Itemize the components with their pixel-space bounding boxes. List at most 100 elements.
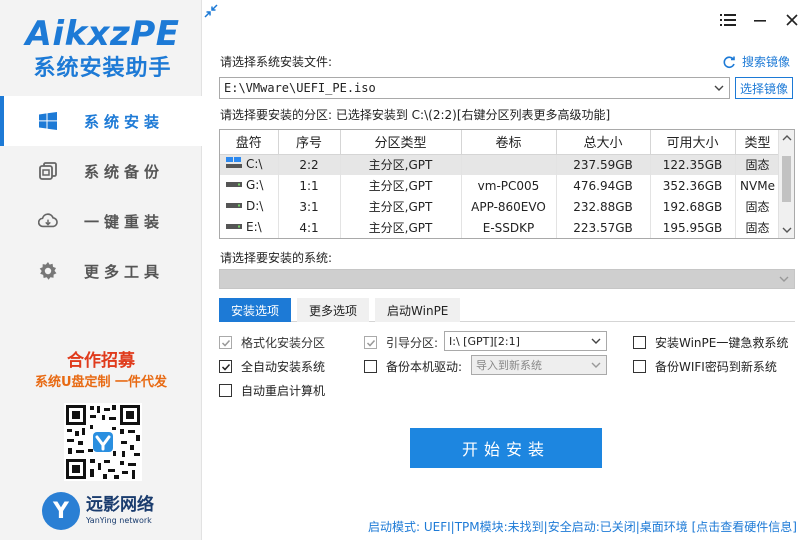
partition-type: 主分区,GPT <box>340 196 462 217</box>
boot-partition-checkbox[interactable]: 引导分区: <box>364 334 438 351</box>
windows-icon <box>38 111 58 131</box>
checkbox-label: 备份WIFI密码到新系统 <box>655 360 777 374</box>
column-header[interactable]: 可用大小 <box>650 130 736 155</box>
table-scrollbar[interactable] <box>778 130 794 238</box>
table-row[interactable]: C:\ 2:2 主分区,GPT 237.59GB 122.35GB 固态 <box>220 154 781 175</box>
backup-icon <box>38 161 58 181</box>
sidebar-item-tools[interactable]: 更多工具 <box>0 246 202 296</box>
drive-icon <box>226 178 242 193</box>
chevron-down-icon <box>591 362 601 368</box>
chevron-down-icon <box>714 85 724 91</box>
image-file-label: 请选择系统安装文件: <box>220 55 333 69</box>
format-partition-checkbox[interactable]: 格式化安装分区 <box>219 334 325 351</box>
browse-image-button[interactable]: 选择镜像 <box>735 77 793 99</box>
scrollbar-thumb[interactable] <box>782 156 791 202</box>
boot-partition-select[interactable]: I:\ [GPT][2:1] <box>444 331 607 351</box>
checkbox-box <box>364 336 377 349</box>
column-header[interactable]: 类型 <box>735 130 781 155</box>
minimize-icon[interactable] <box>750 10 770 30</box>
table-row[interactable]: E:\ 4:1 主分区,GPT E-SSDKP 223.57GB 195.95G… <box>220 217 781 238</box>
chevron-down-icon <box>591 338 601 344</box>
menu-icon[interactable] <box>718 10 738 30</box>
drive-letter: E:\ <box>246 220 262 234</box>
checkbox-box <box>633 336 646 349</box>
checkbox-label: 格式化安装分区 <box>241 336 326 350</box>
sidebar-item-backup[interactable]: 系统备份 <box>0 146 202 196</box>
app-logo: AikxzPE 系统安装助手 <box>20 14 185 84</box>
total-size: 223.57GB <box>556 217 651 238</box>
partition-table[interactable]: 盘符 序号 分区类型 卷标 总大小 可用大小 类型 C:\ 2:2 主分区,GP… <box>219 129 795 239</box>
install-winpe-checkbox[interactable]: 安装WinPE一键急救系统 <box>633 334 788 351</box>
drive-letter: C:\ <box>246 157 263 172</box>
logo-cn: 系统安装助手 <box>33 56 172 81</box>
brand: Y 远影网络 YanYing network <box>42 492 154 530</box>
checkbox-label: 备份本机驱动: <box>386 360 463 374</box>
table-row[interactable]: G:\ 1:1 主分区,GPT vm-PC005 476.94GB 352.36… <box>220 175 781 196</box>
promo-subtitle: 系统U盘定制 一件代发 <box>34 375 168 390</box>
column-header[interactable]: 序号 <box>278 130 341 155</box>
table-header-row: 盘符 序号 分区类型 卷标 总大小 可用大小 类型 <box>220 130 781 155</box>
brand-logo-icon: Y <box>42 492 80 530</box>
partition-label: 请选择要安装的分区: 已选择安装到 C:\(2:2)[右键分区列表更多高级功能] <box>220 108 611 122</box>
tab-boot-winpe[interactable]: 启动WinPE <box>375 298 461 322</box>
sidebar-item-label: 一键重装 <box>84 212 165 231</box>
check-icon <box>221 339 230 347</box>
check-icon <box>221 363 230 371</box>
checkbox-box <box>364 360 377 373</box>
windows-drive-icon <box>226 157 242 172</box>
volume-label: E-SSDKP <box>461 217 557 238</box>
backup-wifi-checkbox[interactable]: 备份WIFI密码到新系统 <box>633 358 777 375</box>
tab-more-options[interactable]: 更多选项 <box>297 298 370 322</box>
auto-install-checkbox[interactable]: 全自动安装系统 <box>219 358 325 375</box>
free-size: 122.35GB <box>650 154 736 175</box>
app-window: AikxzPE 系统安装助手 系统安装 系统备份 一键重装 更多工具 合作招募 … <box>0 0 810 540</box>
sidebar: AikxzPE 系统安装助手 系统安装 系统备份 一键重装 更多工具 合作招募 … <box>0 0 202 540</box>
image-path-value: E:\VMware\UEFI_PE.iso <box>224 81 376 95</box>
promo-banner[interactable]: 合作招募 系统U盘定制 一件代发 <box>0 350 202 394</box>
disk-kind: 固态 <box>735 154 781 175</box>
cloud-icon <box>38 211 58 231</box>
scroll-down-icon[interactable] <box>782 226 792 234</box>
refresh-icon <box>723 55 735 68</box>
column-header[interactable]: 分区类型 <box>340 130 462 155</box>
free-size: 195.95GB <box>650 217 736 238</box>
status-bar[interactable]: 启动模式: UEFI|TPM模块:未找到|安全启动:已关闭|桌面环境 [点击查看… <box>368 518 797 535</box>
column-header[interactable]: 卷标 <box>461 130 557 155</box>
backup-driver-value: 导入到新系统 <box>476 359 542 372</box>
disk-kind: 固态 <box>735 196 781 217</box>
column-header[interactable]: 总大小 <box>556 130 651 155</box>
backup-driver-checkbox[interactable]: 备份本机驱动: <box>364 358 462 375</box>
tab-install-options[interactable]: 安装选项 <box>219 298 292 322</box>
close-icon[interactable] <box>782 10 802 30</box>
backup-driver-select[interactable]: 导入到新系统 <box>471 355 607 375</box>
total-size: 476.94GB <box>556 175 651 196</box>
image-path-select[interactable]: E:\VMware\UEFI_PE.iso <box>219 77 730 99</box>
partition-index: 4:1 <box>278 217 341 238</box>
system-label: 请选择要安装的系统: <box>220 251 333 265</box>
column-header[interactable]: 盘符 <box>220 130 279 155</box>
gear-icon <box>38 261 58 281</box>
free-size: 352.36GB <box>650 175 736 196</box>
sidebar-item-install[interactable]: 系统安装 <box>0 96 202 146</box>
chevron-down-icon <box>779 276 789 282</box>
disk-kind: NVMe <box>735 175 781 196</box>
search-image-label: 搜索镜像 <box>742 55 791 69</box>
checkbox-label: 全自动安装系统 <box>241 360 326 374</box>
sidebar-item-reinstall[interactable]: 一键重装 <box>0 196 202 246</box>
drive-letter: G:\ <box>246 178 264 192</box>
check-icon <box>366 339 375 347</box>
sidebar-nav: 系统安装 系统备份 一键重装 更多工具 <box>0 96 202 296</box>
drive-icon <box>226 199 242 214</box>
sidebar-item-label: 系统备份 <box>84 162 165 181</box>
checkbox-box <box>633 360 646 373</box>
search-image-link[interactable]: 搜索镜像 <box>722 53 790 70</box>
table-row[interactable]: D:\ 3:1 主分区,GPT APP-860EVO 232.88GB 192.… <box>220 196 781 217</box>
free-size: 192.68GB <box>650 196 736 217</box>
brand-name-cn: 远影网络 <box>86 495 154 515</box>
system-select[interactable] <box>219 269 795 289</box>
partition-index: 3:1 <box>278 196 341 217</box>
start-install-button[interactable]: 开始安装 <box>410 428 602 468</box>
scroll-up-icon[interactable] <box>782 134 792 142</box>
shrink-icon[interactable] <box>203 3 219 22</box>
auto-restart-checkbox[interactable]: 自动重启计算机 <box>219 382 325 399</box>
